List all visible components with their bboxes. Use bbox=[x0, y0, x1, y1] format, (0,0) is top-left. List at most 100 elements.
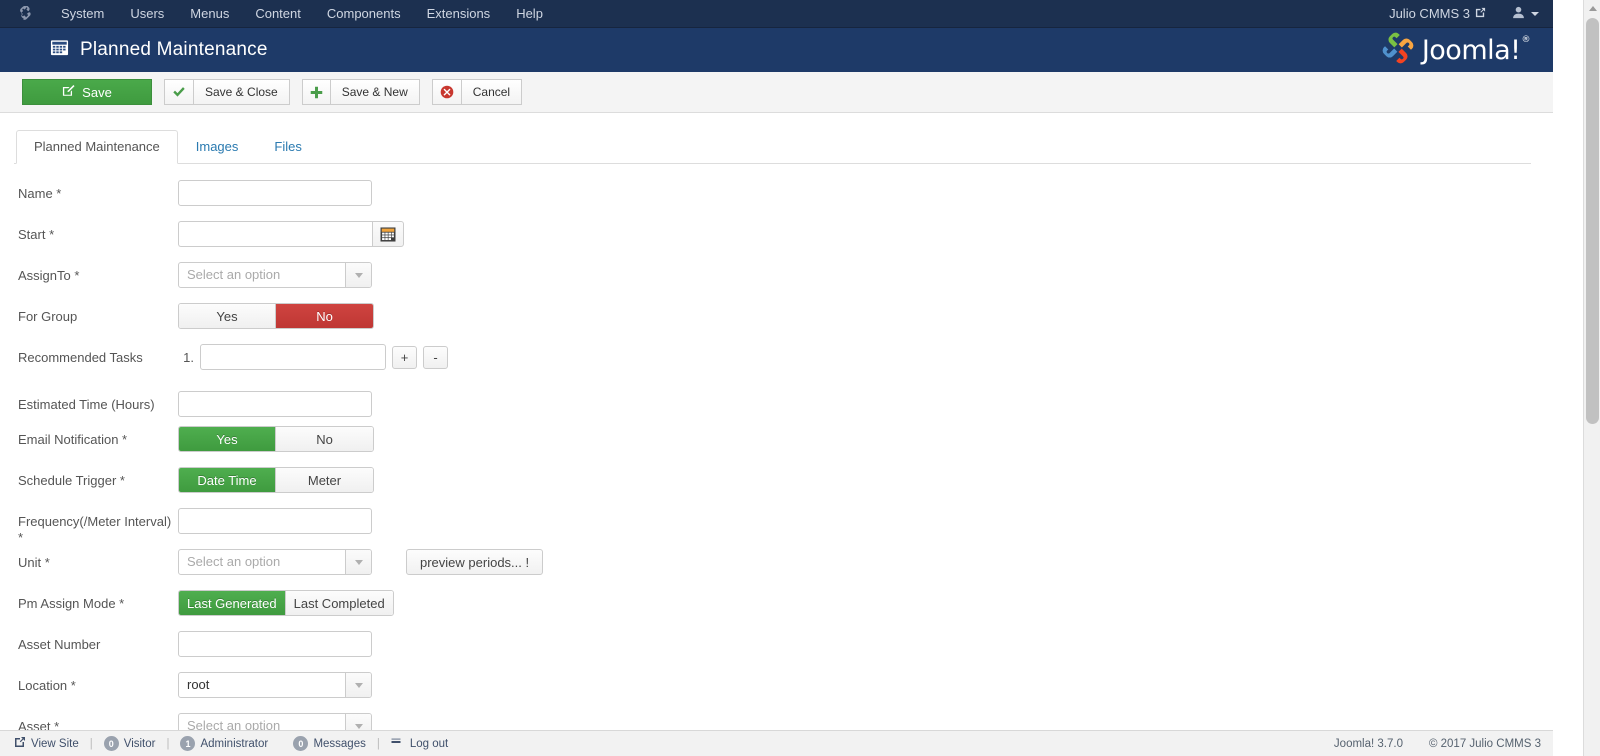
admin-menu-list: System Users Menus Content Components Ex… bbox=[48, 0, 556, 28]
page-header-bar: Planned Maintenance Joomla!® bbox=[0, 28, 1553, 72]
menu-item-system[interactable]: System bbox=[48, 0, 117, 28]
control-start bbox=[178, 221, 404, 247]
cancel-button[interactable]: Cancel bbox=[431, 79, 523, 105]
location-select[interactable]: root bbox=[178, 672, 372, 698]
circle-x-icon[interactable] bbox=[431, 79, 461, 105]
email-notification-toggle: Yes No bbox=[178, 426, 374, 452]
page-scrollbar[interactable] bbox=[1583, 0, 1600, 756]
label-recommended-tasks: Recommended Tasks bbox=[18, 350, 143, 365]
tab-files[interactable]: Files bbox=[256, 130, 319, 164]
add-task-button[interactable]: + bbox=[392, 345, 417, 369]
email-notification-option-no[interactable]: No bbox=[276, 427, 373, 451]
joomla-pinwheel-icon bbox=[1380, 30, 1416, 71]
administrators-counter[interactable]: 1 Administrator bbox=[180, 736, 268, 751]
field-row-recommended-tasks: Recommended Tasks 1. + - bbox=[0, 344, 1553, 385]
label-pm-assign-mode: Pm Assign Mode * bbox=[18, 596, 125, 611]
schedule-trigger-option-date-time[interactable]: Date Time bbox=[179, 468, 276, 492]
control-name bbox=[178, 180, 372, 206]
asset-number-input[interactable] bbox=[178, 631, 372, 657]
field-row-name: Name * bbox=[0, 180, 1553, 221]
field-row-frequency: Frequency(/Meter Interval) * bbox=[0, 508, 1553, 549]
start-date-group bbox=[178, 221, 404, 247]
status-divider: | bbox=[89, 737, 93, 750]
save-close-label[interactable]: Save & Close bbox=[193, 79, 290, 105]
field-row-unit: Unit * Select an option preview periods.… bbox=[0, 549, 1553, 590]
scroll-up-arrow-icon[interactable] bbox=[1584, 0, 1600, 17]
user-menu-toggle[interactable] bbox=[1512, 6, 1539, 22]
field-row-location: Location * root bbox=[0, 672, 1553, 713]
joomla-mark-icon[interactable] bbox=[12, 0, 38, 28]
preview-periods-button[interactable]: preview periods... ! bbox=[406, 549, 544, 575]
status-divider bbox=[268, 738, 293, 750]
save-button[interactable]: Save bbox=[22, 79, 152, 105]
menu-item-extensions[interactable]: Extensions bbox=[414, 0, 504, 28]
field-row-asset-number: Asset Number bbox=[0, 631, 1553, 672]
scrollbar-thumb[interactable] bbox=[1586, 18, 1599, 424]
pm-assign-mode-option-last-completed[interactable]: Last Completed bbox=[285, 591, 393, 615]
menu-item-components[interactable]: Components bbox=[314, 0, 414, 28]
admin-bar-right: Julio CMMS 3 bbox=[1389, 6, 1545, 22]
save-close-button[interactable]: Save & Close bbox=[164, 79, 290, 105]
name-input[interactable] bbox=[178, 180, 372, 206]
external-link-icon bbox=[14, 736, 26, 751]
joomla-version: Joomla! 3.7.0 bbox=[1333, 737, 1403, 750]
field-row-schedule-trigger: Schedule Trigger * Date Time Meter bbox=[0, 467, 1553, 508]
for-group-option-yes[interactable]: Yes bbox=[179, 304, 276, 328]
pm-assign-mode-toggle: Last Generated Last Completed bbox=[178, 590, 394, 616]
chevron-down-icon bbox=[1531, 11, 1539, 16]
external-link-icon bbox=[1475, 7, 1486, 20]
menu-item-content[interactable]: Content bbox=[242, 0, 314, 28]
save-button-label: Save bbox=[82, 84, 112, 100]
view-site-link[interactable]: View Site bbox=[14, 736, 79, 751]
menu-item-menus[interactable]: Menus bbox=[177, 0, 242, 28]
logout-icon bbox=[391, 737, 405, 751]
label-start: Start * bbox=[18, 227, 55, 242]
control-recommended-tasks: 1. + - bbox=[178, 344, 448, 370]
save-new-label[interactable]: Save & New bbox=[329, 79, 420, 105]
messages-counter[interactable]: 0 Messages bbox=[293, 736, 366, 751]
estimated-time-input[interactable] bbox=[178, 391, 372, 417]
field-row-for-group: For Group Yes No bbox=[0, 303, 1553, 344]
control-unit: Select an option preview periods... ! bbox=[178, 549, 544, 575]
label-frequency: Frequency(/Meter Interval) * bbox=[18, 514, 172, 545]
start-date-input[interactable] bbox=[178, 221, 372, 247]
remove-task-button[interactable]: - bbox=[423, 345, 448, 369]
copyright-text: © 2017 Julio CMMS 3 bbox=[1428, 737, 1541, 750]
schedule-trigger-option-meter[interactable]: Meter bbox=[276, 468, 373, 492]
label-for-group: For Group bbox=[18, 309, 78, 324]
recommended-task-index: 1. bbox=[183, 350, 194, 365]
control-for-group: Yes No bbox=[178, 303, 374, 329]
tab-bar: Planned Maintenance Images Files bbox=[14, 130, 1531, 164]
check-icon[interactable] bbox=[164, 79, 193, 105]
field-row-estimated-time: Estimated Time (Hours) bbox=[0, 385, 1553, 426]
logout-link[interactable]: Log out bbox=[391, 737, 448, 751]
view-site-label: View Site bbox=[31, 737, 79, 750]
tab-images[interactable]: Images bbox=[178, 130, 257, 164]
for-group-toggle: Yes No bbox=[178, 303, 374, 329]
for-group-option-no[interactable]: No bbox=[276, 304, 373, 328]
save-new-button[interactable]: Save & New bbox=[301, 79, 420, 105]
menu-item-users[interactable]: Users bbox=[117, 0, 177, 28]
calendar-picker-icon[interactable] bbox=[372, 221, 404, 247]
pm-assign-mode-option-last-generated[interactable]: Last Generated bbox=[179, 591, 286, 615]
assign-to-select[interactable]: Select an option bbox=[178, 262, 372, 288]
schedule-trigger-toggle: Date Time Meter bbox=[178, 467, 374, 493]
recommended-task-input[interactable] bbox=[200, 344, 386, 370]
frequency-input[interactable] bbox=[178, 508, 372, 534]
site-name-link[interactable]: Julio CMMS 3 bbox=[1389, 6, 1486, 21]
label-email-notification: Email Notification * bbox=[18, 432, 128, 447]
cancel-label[interactable]: Cancel bbox=[460, 79, 523, 105]
planned-maintenance-form: Name * Start * AssignTo * Select an opti… bbox=[0, 164, 1553, 754]
label-schedule-trigger: Schedule Trigger * bbox=[18, 473, 125, 488]
plus-icon[interactable] bbox=[301, 79, 330, 105]
site-name-label: Julio CMMS 3 bbox=[1389, 6, 1470, 21]
chevron-down-icon bbox=[345, 673, 371, 697]
tab-planned-maintenance[interactable]: Planned Maintenance bbox=[16, 130, 178, 164]
status-divider: | bbox=[166, 737, 170, 750]
email-notification-option-yes[interactable]: Yes bbox=[179, 427, 276, 451]
menu-item-help[interactable]: Help bbox=[503, 0, 556, 28]
control-estimated-time bbox=[178, 391, 372, 417]
unit-select[interactable]: Select an option bbox=[178, 549, 372, 575]
status-bar-right: Joomla! 3.7.0 © 2017 Julio CMMS 3 bbox=[1334, 738, 1541, 750]
visitors-counter[interactable]: 0 Visitor bbox=[103, 736, 155, 751]
